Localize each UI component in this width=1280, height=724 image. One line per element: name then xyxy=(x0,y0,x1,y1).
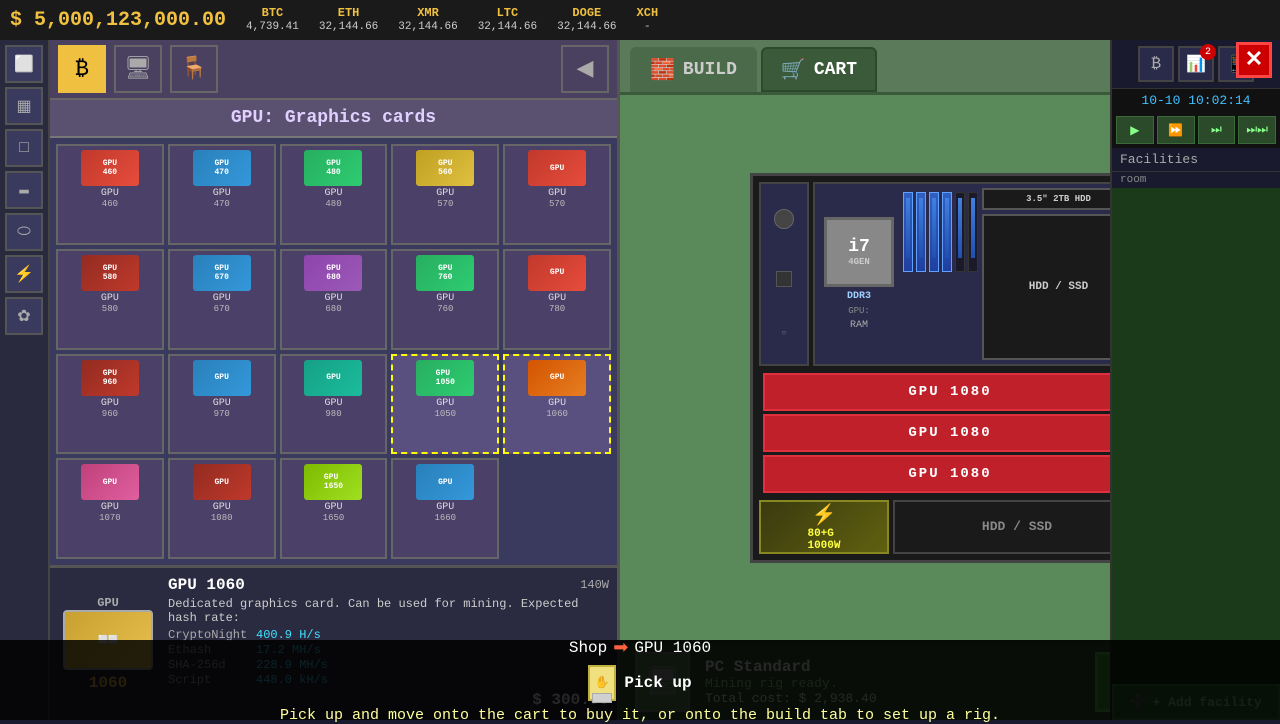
balance-display: $ 5,000,123,000.00 xyxy=(10,9,226,32)
sidebar-icon-fan[interactable]: ✿ xyxy=(5,297,43,335)
gpu-cursor-placeholder xyxy=(503,458,611,559)
nav-bitcoin[interactable]: ₿ xyxy=(58,45,106,93)
nav-desk[interactable]: 🖥 xyxy=(114,45,162,93)
sidebar-icon-cpu[interactable]: □ xyxy=(5,129,43,167)
shop-panel: ₿ 🖥 🪑 ◀ GPU: Graphics cards GPU460 GPU 4… xyxy=(50,40,620,720)
detail-name: GPU 1060 xyxy=(168,576,245,594)
fr-room-label: room xyxy=(1112,172,1280,188)
topbar: $ 5,000,123,000.00 BTC 4,739.41 ETH 32,1… xyxy=(0,0,1280,40)
ram-2 xyxy=(916,192,926,272)
main-layout: ⬜ ▦ □ ▬ ⬭ ⚡ ✿ ₿ 🖥 🪑 ◀ GPU: Graphics card… xyxy=(0,40,1280,720)
breadcrumb-arrow: ➡ xyxy=(613,637,628,659)
build-icon: 🧱 xyxy=(650,57,675,83)
crypto-xmr: XMR 32,144.66 xyxy=(398,6,457,34)
crypto-eth: ETH 32,144.66 xyxy=(319,6,378,34)
ram-1 xyxy=(903,192,913,272)
motherboard-area: ○ i7 4GEN DDR3 GPU: RAM xyxy=(759,182,1141,366)
gpu-460[interactable]: GPU460 GPU 460 xyxy=(56,144,164,245)
nav-back[interactable]: ◀ xyxy=(561,45,609,93)
breadcrumb-shop: Shop xyxy=(569,639,607,657)
gpu-960[interactable]: GPU960 GPU 960 xyxy=(56,354,164,455)
tab-build[interactable]: 🧱 BUILD xyxy=(630,47,757,92)
close-button[interactable]: ✕ xyxy=(1236,42,1272,78)
gpu-680[interactable]: GPU680 GPU 680 xyxy=(280,249,388,350)
crypto-ltc: LTC 32,144.66 xyxy=(478,6,537,34)
gpu-760[interactable]: GPU760 GPU 760 xyxy=(391,249,499,350)
breadcrumb: Shop ➡ GPU 1060 xyxy=(569,637,711,659)
psu-unit: ⚡ 80+G 1000W xyxy=(759,500,889,554)
sidebar-icon-grid[interactable]: ▦ xyxy=(5,87,43,125)
mobo-left-panel: ○ xyxy=(759,182,809,366)
hdd-bottom: HDD / SSD xyxy=(893,500,1141,554)
pickup-hand-icon: ✋ xyxy=(588,665,616,701)
gpu-slot-2: GPU 1080 xyxy=(763,414,1137,452)
sidebar-icon-cylinder[interactable]: ⬭ xyxy=(5,213,43,251)
sidebar-icon-power[interactable]: ⚡ xyxy=(5,255,43,293)
fr-end[interactable]: ⏭⏭ xyxy=(1238,116,1276,144)
fr-fast-forward[interactable]: ⏩ xyxy=(1157,116,1195,144)
sidebar-icon-cube[interactable]: ⬜ xyxy=(5,45,43,83)
gpu-1070[interactable]: GPU GPU 1070 xyxy=(56,458,164,559)
gpu-580-col5[interactable]: GPU GPU 570 xyxy=(503,144,611,245)
gpu-1060[interactable]: GPU GPU 1060 xyxy=(503,354,611,455)
psu-area: ⚡ 80+G 1000W HDD / SSD xyxy=(759,500,1141,554)
gpu-1080[interactable]: GPU GPU 1080 xyxy=(168,458,276,559)
left-sidebar: ⬜ ▦ □ ▬ ⬭ ⚡ ✿ xyxy=(0,40,50,720)
gpu-grid: GPU460 GPU 460 GPU470 GPU 470 GPU480 GPU… xyxy=(50,138,617,565)
crypto-xch: XCH - xyxy=(637,6,659,34)
gpu-slot-3: GPU 1080 xyxy=(763,455,1137,493)
ram-3 xyxy=(929,192,939,272)
ram-5 xyxy=(955,192,965,272)
gpu-slot-1: GPU 1080 xyxy=(763,373,1137,411)
gpu-slot-area: GPU 1080 GPU 1080 GPU 1080 xyxy=(759,370,1141,496)
gpu-1650[interactable]: GPU1650 GPU 1650 xyxy=(280,458,388,559)
gpu-470[interactable]: GPU470 GPU 470 xyxy=(168,144,276,245)
fr-stats-icon[interactable]: 📊 2 xyxy=(1178,46,1214,82)
instruction-text: Pick up and move onto the cart to buy it… xyxy=(280,707,1000,724)
mobo-main-board: i7 4GEN DDR3 GPU: RAM xyxy=(813,182,1141,366)
sidebar-icon-ram[interactable]: ▬ xyxy=(5,171,43,209)
cart-icon: 🛒 xyxy=(781,57,806,83)
gpu-560[interactable]: GPU560 GPU 570 xyxy=(391,144,499,245)
tab-cart[interactable]: 🛒 CART xyxy=(761,47,877,92)
fr-time: 10-10 10:02:14 xyxy=(1112,89,1280,112)
cpu-area: i7 4GEN DDR3 GPU: RAM xyxy=(819,188,899,360)
gpu-480[interactable]: GPU480 GPU 480 xyxy=(280,144,388,245)
pickup-label: Pick up xyxy=(624,674,691,692)
cpu-chip: i7 4GEN xyxy=(824,217,894,287)
psu-bolt-icon: ⚡ xyxy=(812,502,837,528)
gpu-970[interactable]: GPU GPU 970 xyxy=(168,354,276,455)
far-right-panel: ₿ 📊 2 📱 10-10 10:02:14 ▶ ⏩ ⏭ ⏭⏭ Faciliti… xyxy=(1110,40,1280,720)
shop-nav: ₿ 🖥 🪑 ◀ xyxy=(50,40,617,100)
fr-skip[interactable]: ⏭ xyxy=(1198,116,1236,144)
gpu-580[interactable]: GPU580 GPU 580 xyxy=(56,249,164,350)
bottom-strip: Shop ➡ GPU 1060 ✋ Pick up Pick up and mo… xyxy=(0,640,1280,720)
nav-chair[interactable]: 🪑 xyxy=(170,45,218,93)
gpu-1660[interactable]: GPU GPU 1660 xyxy=(391,458,499,559)
fr-controls: ▶ ⏩ ⏭ ⏭⏭ xyxy=(1112,112,1280,148)
fr-play[interactable]: ▶ xyxy=(1116,116,1154,144)
gpu-980[interactable]: GPU GPU 980 xyxy=(280,354,388,455)
crypto-btc: BTC 4,739.41 xyxy=(246,6,299,34)
gpu-780[interactable]: GPU GPU 780 xyxy=(503,249,611,350)
breadcrumb-item: GPU 1060 xyxy=(634,639,711,657)
ram-area xyxy=(903,188,978,360)
gpu-670[interactable]: GPU670 GPU 670 xyxy=(168,249,276,350)
detail-watt: 140W xyxy=(580,578,609,592)
crypto-doge: DOGE 32,144.66 xyxy=(557,6,616,34)
fr-facilities-label: Facilities xyxy=(1112,148,1280,172)
detail-description: Dedicated graphics card. Can be used for… xyxy=(168,597,609,625)
ram-4 xyxy=(942,192,952,272)
fr-bitcoin-icon[interactable]: ₿ xyxy=(1138,46,1174,82)
gpu-1050[interactable]: GPU1050 GPU 1050 xyxy=(391,354,499,455)
ram-6 xyxy=(968,192,978,272)
pc-case: ○ i7 4GEN DDR3 GPU: RAM xyxy=(750,173,1150,563)
pickup-row: ✋ Pick up xyxy=(588,665,691,701)
gpu-section-title: GPU: Graphics cards xyxy=(50,100,617,138)
